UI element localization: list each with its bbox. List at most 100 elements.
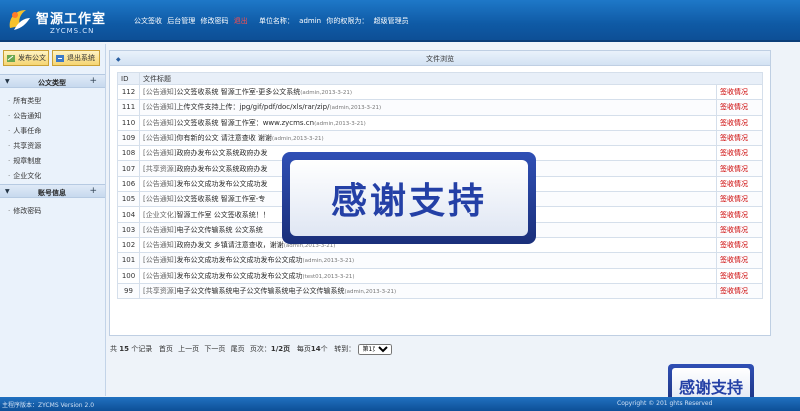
sidebar-item-all[interactable]: 所有类型 [8,96,41,106]
row-title-text[interactable]: 智源工作室 公文签收系统！！ [176,211,269,219]
section-doc-types-label: 公文类型 [38,79,66,87]
row-title-text[interactable]: 发布公文成功发布公文成功发 [176,180,267,188]
next-page-link[interactable]: 下一页 [204,345,225,353]
row-id: 106 [117,175,140,193]
row-title-text[interactable]: 公文签收系统 智源工作室-专 [176,195,265,203]
row-category: [公告通知] [143,256,177,265]
row-category: [共享资源] [143,287,177,295]
sidebar-item-personnel[interactable]: 人事任命 [8,126,41,136]
section-account-label: 账号信息 [38,189,66,197]
sign-status-link[interactable]: 签收情况 [716,282,763,300]
nav-change-password[interactable]: 修改密码 [200,17,228,25]
header: 智源工作室 ZYCMS.CN 公文签收 后台管理 修改密码 退出 单位名称： a… [0,0,800,42]
sign-status-link[interactable]: 签收情况 [716,129,763,147]
nav-sign-docs[interactable]: 公文签收 [134,17,162,25]
role-value: 超级管理员 [373,17,409,25]
row-title-text[interactable]: 政府办发文 乡镇请注意查收，谢谢 [176,241,283,249]
role-label: 你的权限为： [326,17,369,25]
sign-status-link[interactable]: 签收情况 [716,83,763,101]
pencil-icon [7,54,15,62]
sign-status-link[interactable]: 签收情况 [716,252,763,269]
sign-status-link[interactable]: 签收情况 [716,114,763,131]
row-id: 103 [117,221,140,238]
row-title[interactable]: [公告通知]发布公文成功发布公文成功发布公文成功(test01,2013-3-2… [139,267,717,284]
sign-status-link[interactable]: 签收情况 [716,175,763,193]
total-prefix: 共 [110,345,117,353]
sign-status-link[interactable]: 签收情况 [716,99,763,116]
row-title[interactable]: [公告通知]发布公文成功发布公文成功发布公文成功(admin,2013-3-21… [139,252,717,269]
sign-status-link[interactable]: 签收情况 [716,221,763,238]
first-page-link[interactable]: 首页 [159,345,173,353]
sign-status-link[interactable]: 签收情况 [716,236,763,254]
row-meta: (test01,2013-3-21) [302,273,355,280]
row-category: [公告通知] [143,241,177,250]
section-doc-types[interactable]: ▼ 公文类型 + [0,74,105,88]
panel-title-bar: ◆ 文件浏览 [110,51,770,66]
row-category: [公告通知] [143,118,177,127]
sign-status-link[interactable]: 签收情况 [716,191,763,208]
pagination: 共 15 个记录 首页 上一页 下一页 尾页 页次：1/2页 每页14个 转到：… [110,344,392,355]
row-id: 99 [117,282,140,300]
row-id: 107 [117,160,140,177]
table-row: 111 [公告通知]上传文件支持上传：jpg/gif/pdf/doc/xls/ra… [117,99,763,116]
row-id: 108 [117,145,140,162]
sign-status-link[interactable]: 签收情况 [716,145,763,162]
sidebar-item-change-password[interactable]: 修改密码 [8,206,41,216]
row-title[interactable]: [共享资源]电子公文传输系统电子公文传输系统电子公文传输系统(admin,201… [139,282,717,300]
sidebar-item-culture[interactable]: 企业文化 [8,171,41,181]
section-account[interactable]: ▼ 账号信息 + [0,184,105,198]
sign-status-link[interactable]: 签收情况 [716,206,763,223]
sidebar-item-notice[interactable]: 公告通知 [8,111,41,121]
sign-status-link[interactable]: 签收情况 [716,267,763,284]
sidebar-item-shared[interactable]: 共享资源 [8,141,41,151]
logout-button[interactable]: 退出系统 [52,50,100,66]
publish-button-label: 发布公文 [18,54,46,62]
page-select[interactable]: 第1页 [357,344,392,355]
row-title-text[interactable]: 政府办发布公文系统政府办发 [176,149,267,157]
row-title[interactable]: [公告通知]你有新的公文 请注意查收 谢谢(admin,2013-3-21) [139,129,717,147]
plus-icon[interactable]: + [89,186,97,196]
row-category: [公告通知] [143,179,177,188]
row-meta: (admin,2013-3-21) [302,258,355,265]
goto-label: 转到： [334,345,356,353]
row-title-text[interactable]: 公文签收系统 智源工作室-更多公文系统 [176,88,300,96]
prev-page-link[interactable]: 上一页 [178,345,199,353]
nav-logout[interactable]: 退出 [234,17,248,25]
row-title-text[interactable]: 政府办发布公文系统政府办发 [176,165,267,173]
row-category: [公告通知] [143,271,177,280]
exit-icon [56,54,64,62]
row-meta: (admin,2013-3-21) [283,243,336,250]
sign-status-link[interactable]: 签收情况 [716,160,763,177]
row-title-text[interactable]: 你有新的公文 请注意查收 谢谢 [176,134,271,142]
row-category: [共享资源] [143,164,177,173]
row-title-text[interactable]: 电子公文传输系统 公文系统 [176,226,262,234]
row-title-text[interactable]: 公文签收系统 智源工作室：www.zycms.cn [176,119,314,127]
row-id: 111 [117,99,140,116]
row-id: 101 [117,252,140,269]
sidebar-item-rules[interactable]: 规章制度 [8,156,41,166]
logo-title: 智源工作室 [36,12,107,27]
row-id: 100 [117,267,140,284]
row-title[interactable]: [公告通知]上传文件支持上传：jpg/gif/pdf/doc/xls/rar/z… [139,99,717,116]
last-page-link[interactable]: 尾页 [231,345,245,353]
table-row: 99 [共享资源]电子公文传输系统电子公文传输系统电子公文传输系统(admin,2… [117,282,763,300]
row-title[interactable]: [公告通知]公文签收系统 智源工作室-更多公文系统(admin,2013-3-2… [139,83,717,101]
footer: 主程序版本：ZYCMS Version 2.0 Copyright © 201 … [0,397,800,411]
row-title-text[interactable]: 发布公文成功发布公文成功发布公文成功 [176,256,302,264]
row-category: [公告通知] [143,103,177,112]
panel-title: 文件浏览 [426,55,454,63]
row-meta: (admin,2013-3-21) [344,289,397,295]
row-title[interactable]: [公告通知]公文签收系统 智源工作室：www.zycms.cn(admin,20… [139,114,717,131]
row-title-text[interactable]: 发布公文成功发布公文成功发布公文成功 [176,272,302,280]
row-category: [公告通知] [143,88,177,97]
row-title-text[interactable]: 上传文件支持上传：jpg/gif/pdf/doc/xls/rar/zip/ [176,103,329,111]
row-title-text[interactable]: 电子公文传输系统电子公文传输系统电子公文传输系统 [176,287,344,295]
collapse-arrow-icon: ▼ [5,78,10,85]
plus-icon[interactable]: + [89,76,97,86]
row-meta: (admin,2013-3-21) [300,90,352,97]
unit-value: admin [299,17,322,25]
total-suffix: 个记录 [131,345,153,353]
copyright-text: Copyright © 201 ghts Reserved [617,400,713,407]
nav-admin[interactable]: 后台管理 [167,17,195,25]
publish-button[interactable]: 发布公文 [3,50,49,66]
